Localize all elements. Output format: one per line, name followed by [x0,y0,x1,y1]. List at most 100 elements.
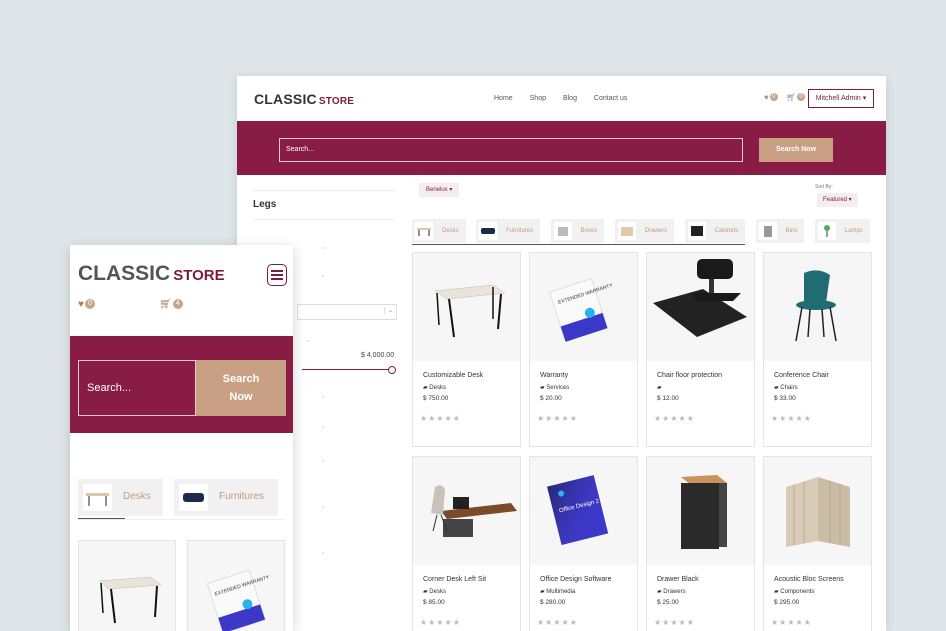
category-furnitures[interactable]: Furnitures [476,219,541,243]
lamp-thumbnail [817,222,836,240]
nav-blog[interactable]: Blog [563,95,577,102]
wishlist-badge: 0 [769,93,778,101]
pricelist-dropdown[interactable]: Benelux ▾ [419,183,460,197]
filter-option-dot[interactable] [322,426,324,428]
rating-stars: ★★★★★ [420,414,461,423]
mobile-product-card[interactable] [78,540,176,631]
mobile-search-input[interactable]: Search... [78,360,196,416]
category-label: Bins [785,228,798,234]
folder-icon: ▰ [540,589,545,595]
filter-option-dot[interactable] [322,506,324,508]
rating-stars: ★★★★★ [537,414,578,423]
filter-sidebar: Legs [253,190,395,220]
price-range-max: $ 4,000.00 [361,352,395,359]
product-card[interactable]: Corner Desk Left Sit ▰ Desks $ 85.00 ★★★… [412,456,521,631]
category-drawers[interactable]: Drawers [614,219,675,243]
product-name[interactable]: Warranty [540,372,637,379]
product-name[interactable]: Office Design Software [540,576,637,583]
product-card[interactable]: Chair floor protection ▰ $ 12.00 ★★★★★ [646,252,755,447]
hamburger-menu-button[interactable] [267,264,287,286]
product-price: $ 25.00 [657,599,679,606]
category-underline [78,518,125,519]
main-nav: Home Shop Blog Contact us [494,95,642,102]
mobile-category-furnitures[interactable]: Furnitures [174,479,278,516]
product-category: ▰ Chairs [774,384,871,391]
sort-value: Featured [823,197,848,203]
product-card[interactable]: Office Design 2 Office Design Software ▰… [529,456,638,631]
product-name[interactable]: Corner Desk Left Sit [423,576,520,583]
price-slider-track[interactable] [302,369,392,370]
heart-icon: ♥ [78,299,84,310]
search-button[interactable]: Search Now [759,138,833,162]
nav-contact[interactable]: Contact us [594,95,627,102]
nav-home[interactable]: Home [494,95,513,102]
folder-icon: ▰ [423,589,428,595]
product-card[interactable]: Drawer Black ▰ Drawers $ 25.00 ★★★★★ [646,456,755,631]
product-category: ▰ Desks [423,384,520,391]
desktop-logo[interactable]: CLASSIC STORE [254,91,354,107]
caret-down-icon: ▾ [862,95,867,102]
price-slider-handle[interactable] [388,366,396,374]
folder-icon: ▰ [774,589,779,595]
product-image: Office Design 2 [530,457,637,565]
search-input[interactable]: Search... [279,138,743,162]
category-boxes[interactable]: Boxes [550,219,605,243]
product-card[interactable]: EXTENDED WARRANTY Warranty ▰ Services $ … [529,252,638,447]
product-image [647,457,754,565]
menu-line [271,274,283,276]
filter-select[interactable]: ⌄ [297,304,397,320]
product-name[interactable]: Customizable Desk [423,372,520,379]
product-image: EXTENDED WARRANTY [530,253,637,361]
product-card[interactable]: Acoustic Bloc Screens ▰ Components $ 295… [763,456,872,631]
folder-icon: ▰ [657,385,662,391]
bin-thumbnail [758,222,777,240]
folder-icon: ▰ [657,589,662,595]
product-image [413,457,520,565]
product-price: $ 280.00 [540,599,566,606]
user-menu-button[interactable]: Mitchell Admin ▾ [808,89,874,108]
wishlist-link[interactable]: ♥ 0 [78,299,95,310]
sofa-thumbnail [479,222,498,240]
cart-link[interactable]: 🛒︎ 4 [159,299,183,310]
mobile-category-desks[interactable]: Desks [78,479,163,516]
category-label: Drawers [644,228,668,234]
sort-dropdown[interactable]: Featured ▾ [817,193,858,207]
wishlist-link[interactable]: ♥ 0 [764,93,778,102]
product-name[interactable]: Chair floor protection [657,372,754,379]
product-image [98,576,162,624]
category-cabinets[interactable]: Cabinets [684,219,746,243]
filter-option-dot[interactable] [307,340,309,342]
category-label: Boxes [580,228,598,234]
category-label: Cabinets [714,228,739,234]
product-name[interactable]: Drawer Black [657,576,754,583]
product-card[interactable]: Conference Chair ▰ Chairs $ 33.00 ★★★★★ [763,252,872,447]
filter-option-dot[interactable] [322,552,324,554]
filter-option-dot[interactable] [322,247,324,249]
filter-option-dot[interactable] [322,460,324,462]
mobile-search-button[interactable]: Search Now [196,360,286,416]
rating-stars: ★★★★★ [654,618,695,627]
filter-option-dot[interactable] [322,275,324,277]
nav-shop[interactable]: Shop [530,95,546,102]
mobile-product-card[interactable]: EXTENDED WARRANTY [187,540,285,631]
product-image [764,253,871,361]
rating-stars: ★★★★★ [420,618,461,627]
filter-option-dot[interactable] [322,396,324,398]
user-name: Mitchell Admin [815,95,861,102]
category-lamps[interactable]: Lamps [814,219,870,243]
category-desks[interactable]: Desks [412,219,466,243]
divider [78,519,285,520]
mobile-logo[interactable]: CLASSIC STORE [78,262,225,286]
product-name[interactable]: Conference Chair [774,372,871,379]
product-name[interactable]: Acoustic Bloc Screens [774,576,871,583]
cart-link[interactable]: 🛒︎ 0 [786,93,806,102]
category-bins[interactable]: Bins [755,219,805,243]
product-price: $ 85.00 [423,599,445,606]
box-thumbnail [553,222,572,240]
rating-stars: ★★★★★ [771,414,812,423]
product-card[interactable]: Customizable Desk ▰ Desks $ 750.00 ★★★★★ [412,252,521,447]
product-category: ▰ Multimedia [540,588,637,595]
cart-icon: 🛒︎ [159,299,172,310]
rating-stars: ★★★★★ [654,414,695,423]
product-image: EXTENDED WARRANTY [206,569,271,631]
